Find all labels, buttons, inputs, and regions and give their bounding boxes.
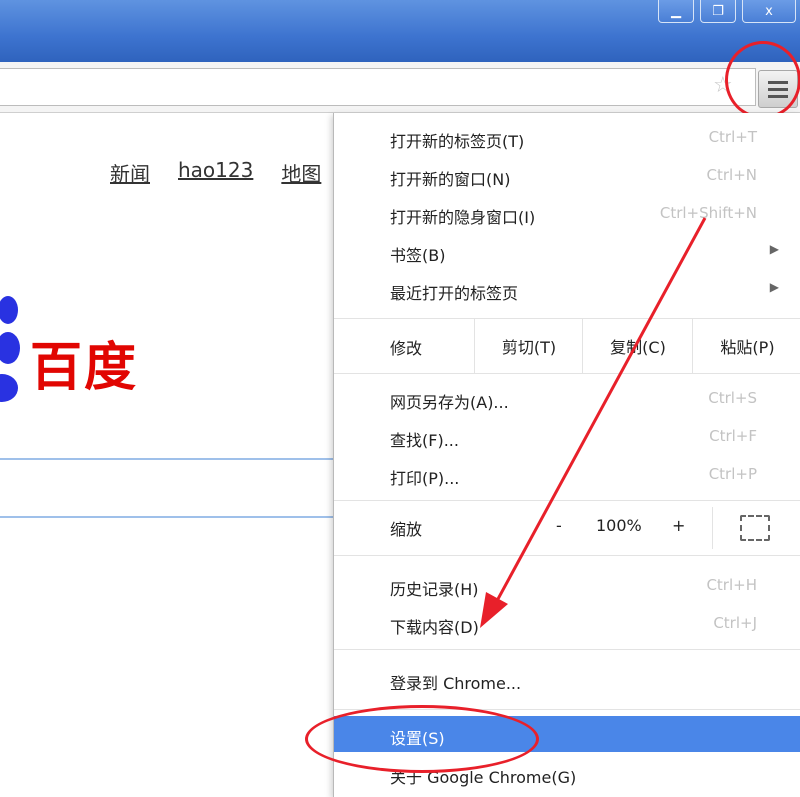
search-box-top-border	[0, 458, 333, 460]
menu-item-save-as[interactable]: 网页另存为(A)... Ctrl+S	[334, 381, 800, 415]
divider	[712, 507, 713, 549]
baidu-nav-links: 新闻 hao123 地图	[110, 158, 321, 187]
submenu-arrow-icon: ▶	[769, 242, 779, 256]
menu-item-history[interactable]: 历史记录(H) Ctrl+H	[334, 568, 800, 602]
bookmark-star-icon[interactable]: ☆	[713, 73, 733, 98]
zoom-in-button[interactable]: +	[672, 516, 685, 535]
window-title-bar: ▁ ❐ x	[0, 0, 800, 62]
edit-label: 修改	[390, 339, 423, 358]
nav-link-news[interactable]: 新闻	[110, 158, 150, 187]
minimize-icon: ▁	[671, 3, 681, 19]
menu-zoom-row: 缩放 - 100% +	[334, 500, 800, 556]
address-bar[interactable]	[0, 68, 756, 106]
window-controls: ▁ ❐ x	[658, 0, 796, 23]
browser-toolbar: ☆	[0, 62, 800, 113]
menu-item-print[interactable]: 打印(P)... Ctrl+P	[334, 457, 800, 491]
chrome-main-menu: 打开新的标签页(T) Ctrl+T 打开新的窗口(N) Ctrl+N 打开新的隐…	[333, 113, 800, 797]
menu-item-find[interactable]: 查找(F)... Ctrl+F	[334, 419, 800, 453]
menu-separator	[334, 649, 800, 650]
menu-edit-row: 修改 剪切(T) 复制(C) 粘贴(P)	[334, 318, 800, 374]
search-box-bottom-border	[0, 516, 333, 518]
cut-button[interactable]: 剪切(T)	[474, 319, 583, 373]
menu-item-about[interactable]: 关于 Google Chrome(G)	[334, 756, 800, 790]
minimize-button[interactable]: ▁	[658, 0, 694, 23]
baidu-paw-icon	[0, 296, 20, 402]
menu-item-settings[interactable]: 设置(S)	[334, 716, 800, 752]
menu-item-downloads[interactable]: 下载内容(D) Ctrl+J	[334, 606, 800, 640]
restore-icon: ❐	[712, 3, 724, 19]
menu-item-signin[interactable]: 登录到 Chrome...	[334, 662, 800, 696]
menu-item-recent-tabs[interactable]: 最近打开的标签页 ▶	[334, 272, 800, 306]
zoom-out-button[interactable]: -	[556, 516, 562, 535]
menu-separator	[334, 709, 800, 710]
zoom-label: 缩放	[390, 520, 423, 539]
close-button[interactable]: x	[742, 0, 796, 23]
nav-link-hao123[interactable]: hao123	[178, 158, 253, 187]
submenu-arrow-icon: ▶	[769, 280, 779, 294]
restore-button[interactable]: ❐	[700, 0, 736, 23]
menu-item-new-tab[interactable]: 打开新的标签页(T) Ctrl+T	[334, 120, 800, 154]
fullscreen-icon[interactable]	[740, 515, 770, 541]
hamburger-menu-icon	[768, 80, 788, 84]
chrome-menu-button[interactable]	[758, 70, 798, 108]
nav-link-map[interactable]: 地图	[281, 158, 321, 187]
menu-item-bookmarks[interactable]: 书签(B) ▶	[334, 234, 800, 268]
baidu-logo-text: 百度	[30, 338, 139, 398]
close-icon: x	[765, 3, 773, 19]
menu-item-new-incognito[interactable]: 打开新的隐身窗口(I) Ctrl+Shift+N	[334, 196, 800, 230]
copy-button[interactable]: 复制(C)	[582, 319, 693, 373]
baidu-page: 新闻 hao123 地图 百度	[0, 113, 333, 797]
paste-button[interactable]: 粘贴(P)	[692, 319, 800, 373]
zoom-level: 100%	[596, 516, 642, 535]
menu-item-new-window[interactable]: 打开新的窗口(N) Ctrl+N	[334, 158, 800, 192]
